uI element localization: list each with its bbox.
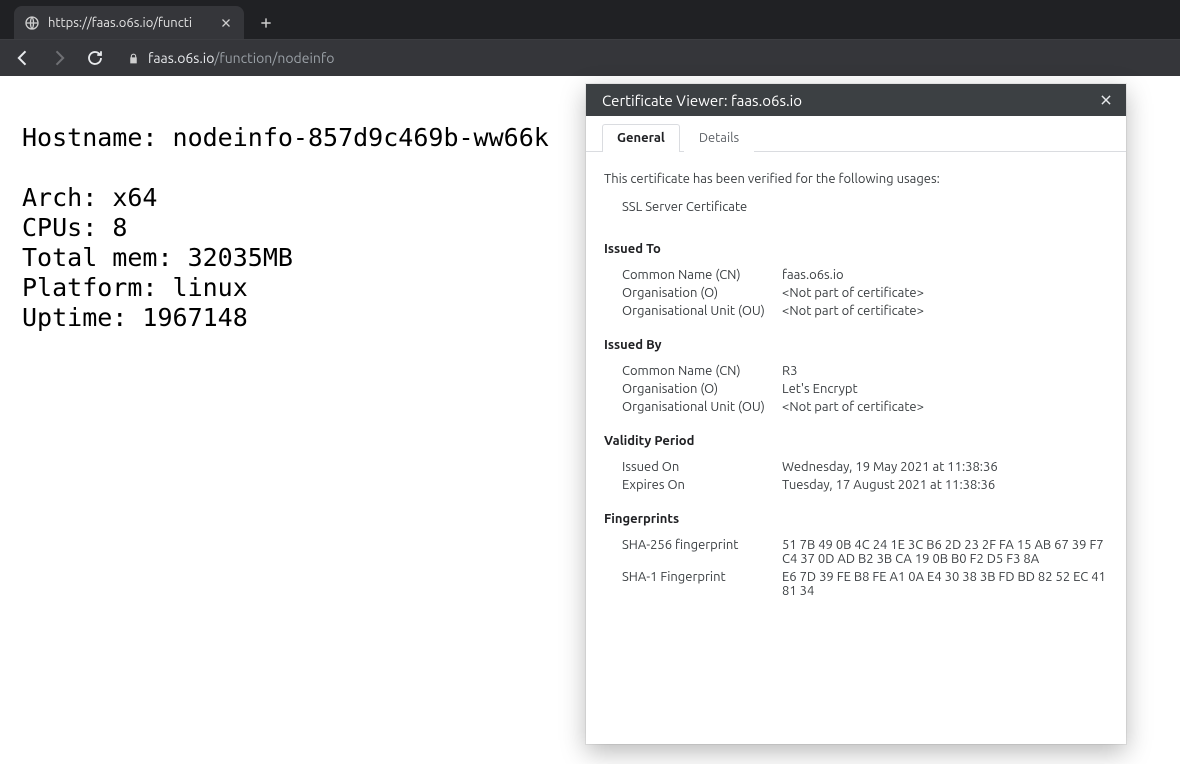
issued-to-ou: Organisational Unit (OU)<Not part of cer… — [604, 302, 1108, 320]
mem-value: 32035MB — [188, 243, 293, 272]
tab-general[interactable]: General — [602, 124, 680, 152]
validity-issued: Issued OnWednesday, 19 May 2021 at 11:38… — [604, 458, 1108, 476]
mem-label: Total mem: — [22, 243, 188, 272]
uptime-label: Uptime: — [22, 303, 142, 332]
issued-to-o: Organisation (O)<Not part of certificate… — [604, 284, 1108, 302]
section-issued-to: Issued To Common Name (CN)faas.o6s.io Or… — [604, 242, 1108, 320]
url-host: faas.o6s.io — [148, 50, 214, 66]
platform-label: Platform: — [22, 273, 173, 302]
tab-details[interactable]: Details — [684, 124, 754, 152]
issued-to-cn: Common Name (CN)faas.o6s.io — [604, 266, 1108, 284]
section-issued-by: Issued By Common Name (CN)R3 Organisatio… — [604, 338, 1108, 416]
validity-heading: Validity Period — [604, 434, 1108, 448]
platform-value: linux — [173, 273, 248, 302]
browser-toolbar: faas.o6s.io/function/nodeinfo — [0, 39, 1180, 76]
url: faas.o6s.io/function/nodeinfo — [148, 50, 334, 66]
forward-button[interactable] — [48, 47, 70, 69]
hostname-label: Hostname: — [22, 123, 173, 152]
validity-expires: Expires OnTuesday, 17 August 2021 at 11:… — [604, 476, 1108, 494]
address-bar[interactable]: faas.o6s.io/function/nodeinfo — [120, 50, 1168, 66]
fingerprints-heading: Fingerprints — [604, 512, 1108, 526]
cert-intro: This certificate has been verified for t… — [604, 172, 1108, 186]
arch-label: Arch: — [22, 183, 112, 212]
tab-title: https://faas.o6s.io/functi — [48, 16, 210, 30]
url-path: /function/nodeinfo — [214, 50, 334, 66]
cert-usage: SSL Server Certificate — [604, 192, 1108, 224]
tab-strip: https://faas.o6s.io/functi — [0, 0, 1180, 39]
issued-by-o: Organisation (O)Let's Encrypt — [604, 380, 1108, 398]
browser-tab[interactable]: https://faas.o6s.io/functi — [14, 6, 244, 39]
cert-body: This certificate has been verified for t… — [586, 152, 1126, 618]
cert-titlebar: Certificate Viewer: faas.o6s.io — [586, 84, 1126, 116]
section-fingerprints: Fingerprints SHA-256 fingerprint51 7B 49… — [604, 512, 1108, 600]
hostname-value: nodeinfo-857d9c469b-ww66k — [173, 123, 549, 152]
section-validity: Validity Period Issued OnWednesday, 19 M… — [604, 434, 1108, 494]
lock-icon — [126, 51, 140, 65]
certificate-dialog: Certificate Viewer: faas.o6s.io General … — [586, 84, 1126, 744]
issued-by-ou: Organisational Unit (OU)<Not part of cer… — [604, 398, 1108, 416]
reload-button[interactable] — [84, 47, 106, 69]
cert-title: Certificate Viewer: faas.o6s.io — [602, 92, 802, 109]
fingerprint-sha1: SHA-1 FingerprintE6 7D 39 FE B8 FE A1 0A… — [604, 568, 1108, 600]
issued-by-cn: Common Name (CN)R3 — [604, 362, 1108, 380]
back-button[interactable] — [12, 47, 34, 69]
issued-by-heading: Issued By — [604, 338, 1108, 352]
new-tab-button[interactable] — [252, 9, 280, 37]
fingerprint-sha256: SHA-256 fingerprint51 7B 49 0B 4C 24 1E … — [604, 536, 1108, 568]
issued-to-heading: Issued To — [604, 242, 1108, 256]
arch-value: x64 — [112, 183, 157, 212]
uptime-value: 1967148 — [142, 303, 247, 332]
cert-close-icon[interactable] — [1096, 90, 1116, 110]
tab-close-icon[interactable] — [218, 15, 234, 31]
cert-tabs: General Details — [586, 116, 1126, 152]
globe-icon — [24, 15, 40, 31]
cpus-value: 8 — [112, 213, 127, 242]
cpus-label: CPUs: — [22, 213, 112, 242]
